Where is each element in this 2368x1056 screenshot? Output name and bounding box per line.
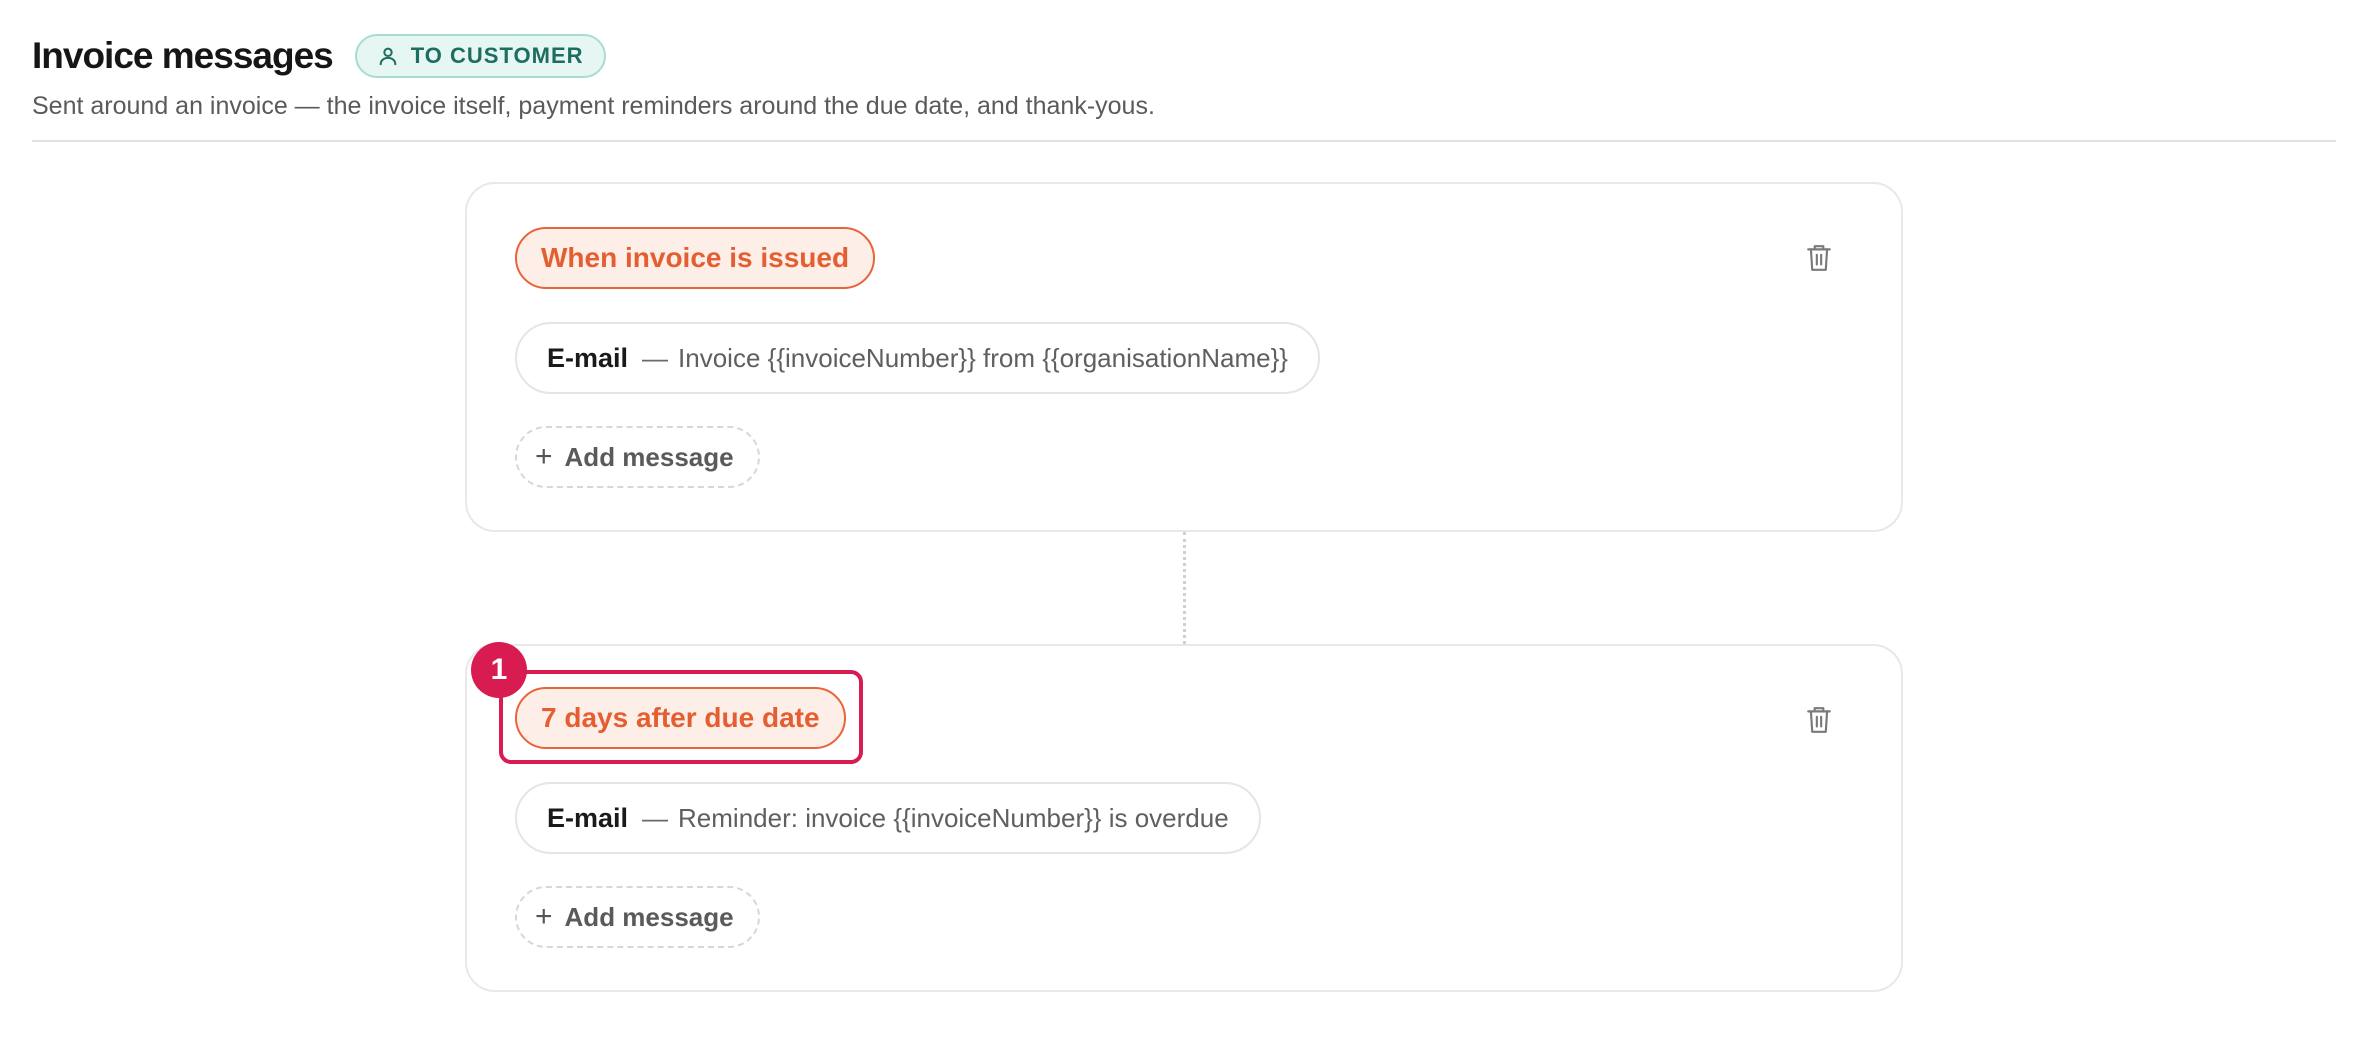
- plus-icon: +: [535, 900, 553, 933]
- audience-badge-label: TO CUSTOMER: [410, 43, 584, 68]
- plus-icon: +: [535, 440, 553, 473]
- delete-step-button[interactable]: [1801, 240, 1837, 276]
- add-message-label: Add message: [564, 441, 734, 472]
- message-item[interactable]: E-mail — Invoice {{invoiceNumber}} from …: [515, 322, 1320, 394]
- trigger-pill[interactable]: 7 days after due date: [515, 687, 846, 749]
- step-number-badge: 1: [471, 642, 527, 698]
- message-item[interactable]: E-mail — Reminder: invoice {{invoiceNumb…: [515, 782, 1261, 854]
- step-connector: [1183, 532, 1186, 644]
- trash-icon: [1807, 707, 1831, 733]
- page: Invoice messages TO CUSTOMER Sent around…: [0, 0, 2368, 1056]
- title-row: Invoice messages TO CUSTOMER: [32, 30, 2336, 82]
- trash-icon: [1807, 245, 1831, 271]
- user-icon: [379, 47, 397, 66]
- step-card-overdue: 7 days after due date 1 E-mail — Reminde…: [465, 642, 1903, 992]
- header-divider: [32, 140, 2336, 142]
- step-card-issued: When invoice is issued E-mail — Invoice …: [465, 182, 1903, 532]
- add-message-button[interactable]: + Add message: [515, 886, 760, 948]
- message-channel: E-mail: [547, 802, 629, 833]
- message-separator: —: [642, 342, 669, 373]
- add-message-label: Add message: [564, 901, 734, 932]
- page-header: Invoice messages TO CUSTOMER Sent around…: [32, 30, 2336, 121]
- message-channel: E-mail: [547, 342, 629, 373]
- message-separator: —: [642, 802, 669, 833]
- trigger-pill[interactable]: When invoice is issued: [515, 227, 876, 289]
- delete-step-button[interactable]: [1801, 702, 1837, 738]
- page-title: Invoice messages: [32, 35, 334, 76]
- message-subject: Invoice {{invoiceNumber}} from {{organis…: [678, 342, 1288, 373]
- add-message-button[interactable]: + Add message: [515, 426, 760, 488]
- audience-badge: TO CUSTOMER: [354, 34, 606, 78]
- message-subject: Reminder: invoice {{invoiceNumber}} is o…: [678, 802, 1229, 833]
- page-subtitle: Sent around an invoice — the invoice its…: [32, 92, 1155, 120]
